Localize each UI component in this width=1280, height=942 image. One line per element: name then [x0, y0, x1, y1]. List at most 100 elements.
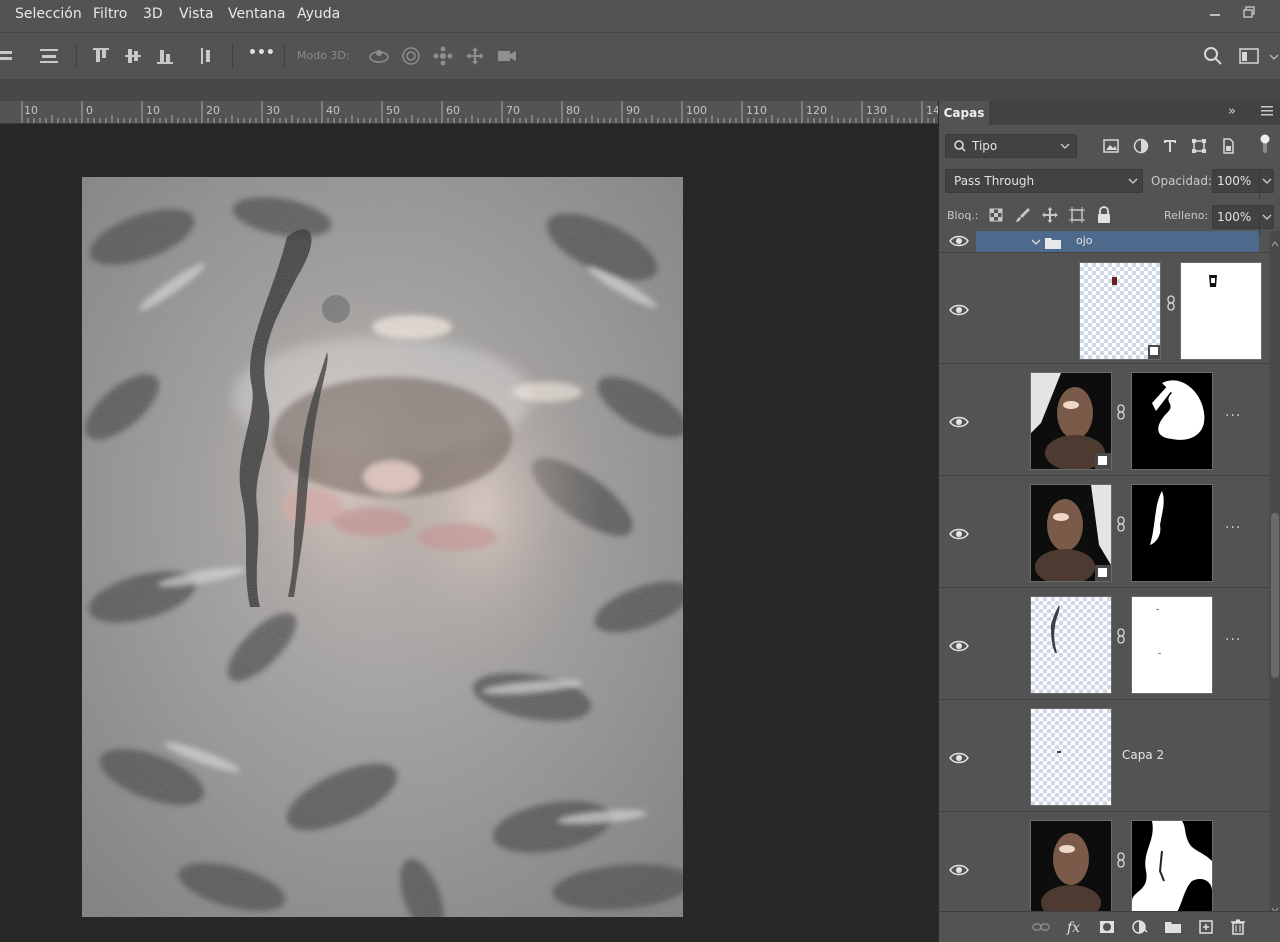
- link-icon[interactable]: [1116, 852, 1126, 868]
- collapse-panel-icon[interactable]: »: [1228, 104, 1236, 119]
- eye-icon[interactable]: [948, 526, 970, 540]
- scroll-up-icon[interactable]: [1271, 233, 1279, 252]
- menu-seleccion[interactable]: Selección: [15, 6, 82, 22]
- mask-thumbnail[interactable]: [1131, 596, 1213, 694]
- opacity-label: Opacidad:: [1151, 174, 1212, 188]
- ruler-label: 80: [566, 104, 580, 117]
- more-options-icon[interactable]: ...: [1225, 404, 1241, 420]
- trash-icon[interactable]: [1229, 918, 1247, 936]
- document-canvas[interactable]: [0, 124, 938, 941]
- eye-icon[interactable]: [948, 233, 970, 247]
- slide-3d-icon[interactable]: [464, 45, 486, 67]
- layer-row[interactable]: [939, 812, 1269, 911]
- distribute-icon[interactable]: [0, 45, 22, 67]
- filter-toggle-icon[interactable]: [1259, 131, 1271, 153]
- orbit-3d-icon[interactable]: [368, 45, 390, 67]
- filter-type-select[interactable]: Tipo: [945, 134, 1077, 158]
- panel-menu-icon[interactable]: [1260, 104, 1274, 122]
- menu-filtro[interactable]: Filtro: [93, 6, 127, 22]
- menu-ayuda[interactable]: Ayuda: [297, 6, 340, 22]
- new-group-icon[interactable]: [1164, 918, 1182, 936]
- link-layers-icon[interactable]: [1032, 918, 1050, 936]
- eye-icon[interactable]: [948, 750, 970, 764]
- layer-thumbnail[interactable]: [1030, 484, 1112, 582]
- new-layer-icon[interactable]: [1197, 918, 1215, 936]
- ruler-label: 100: [686, 104, 707, 117]
- align-center-horizontal-icon[interactable]: [38, 45, 60, 67]
- lock-artboard-icon[interactable]: [1068, 206, 1086, 224]
- align-vertical-center-icon[interactable]: [122, 45, 144, 67]
- search-icon[interactable]: [1202, 45, 1224, 67]
- lock-all-icon[interactable]: [1095, 206, 1113, 224]
- pan-3d-icon[interactable]: [432, 45, 454, 67]
- distribute-horizontal-icon[interactable]: [196, 45, 218, 67]
- more-options-icon[interactable]: ...: [1225, 628, 1241, 644]
- lock-position-icon[interactable]: [1041, 206, 1059, 224]
- layer-row[interactable]: ...: [939, 364, 1269, 476]
- ruler-label: 14: [926, 104, 938, 117]
- ruler-ticks: [21, 101, 935, 123]
- roll-3d-icon[interactable]: [400, 45, 422, 67]
- camera-3d-icon[interactable]: [496, 45, 518, 67]
- link-icon[interactable]: [1166, 295, 1176, 311]
- minimize-icon[interactable]: [1204, 4, 1226, 26]
- layer-row[interactable]: Capa 2: [939, 700, 1269, 812]
- layer-list[interactable]: ojo ... ... ... Capa 2: [939, 231, 1269, 911]
- eye-icon[interactable]: [948, 862, 970, 876]
- add-mask-icon[interactable]: [1098, 918, 1116, 936]
- eye-icon[interactable]: [948, 638, 970, 652]
- chevron-down-icon[interactable]: [1031, 234, 1041, 253]
- layer-row[interactable]: [939, 253, 1269, 364]
- layer-row[interactable]: ...: [939, 476, 1269, 588]
- align-bottom-icon[interactable]: [154, 45, 176, 67]
- link-icon[interactable]: [1116, 404, 1126, 420]
- menu-vista[interactable]: Vista: [179, 6, 214, 22]
- new-adjustment-icon[interactable]: [1131, 918, 1149, 936]
- lock-paint-icon[interactable]: [1014, 206, 1032, 224]
- filter-smart-object-icon[interactable]: [1219, 137, 1237, 155]
- mask-thumbnail[interactable]: [1131, 820, 1213, 911]
- menu-ventana[interactable]: Ventana: [228, 6, 286, 22]
- layers-footer: fx: [939, 911, 1280, 942]
- link-icon[interactable]: [1116, 628, 1126, 644]
- eye-icon[interactable]: [948, 302, 970, 316]
- chevron-down-icon[interactable]: [1259, 170, 1272, 199]
- mask-thumbnail[interactable]: [1180, 262, 1262, 360]
- menu-3d[interactable]: 3D: [143, 6, 163, 22]
- horizontal-ruler: 10 0 10 20 30 40 50 60 70 80 90 100 110 …: [0, 101, 938, 124]
- opacity-input[interactable]: 100%: [1212, 169, 1274, 199]
- mask-thumbnail[interactable]: [1131, 484, 1213, 582]
- workspace-icon[interactable]: [1238, 45, 1260, 67]
- layer-group-row[interactable]: ojo: [939, 231, 1269, 253]
- filter-pixel-icon[interactable]: [1102, 137, 1120, 155]
- link-icon[interactable]: [1116, 516, 1126, 532]
- eye-icon[interactable]: [948, 414, 970, 428]
- chevron-down-icon[interactable]: [1268, 45, 1280, 67]
- layer-thumbnail[interactable]: [1079, 262, 1161, 360]
- mask-thumbnail[interactable]: [1131, 372, 1213, 470]
- layer-scrollbar[interactable]: [1269, 231, 1280, 913]
- layer-thumbnail[interactable]: [1030, 596, 1112, 694]
- layer-row[interactable]: ...: [939, 588, 1269, 700]
- ruler-label: 70: [506, 104, 520, 117]
- filter-type-icon[interactable]: [1161, 137, 1179, 155]
- filter-shape-icon[interactable]: [1190, 137, 1208, 155]
- blend-mode-select[interactable]: Pass Through: [945, 169, 1143, 193]
- layer-thumbnail[interactable]: [1030, 372, 1112, 470]
- fx-icon[interactable]: fx: [1066, 918, 1084, 936]
- ruler-label: 20: [206, 104, 220, 117]
- more-options-icon[interactable]: ...: [1225, 516, 1241, 532]
- layer-name[interactable]: Capa 2: [1122, 748, 1164, 762]
- fill-input[interactable]: 100%: [1212, 205, 1274, 235]
- layer-thumbnail[interactable]: [1030, 820, 1112, 911]
- align-top-icon[interactable]: [90, 45, 112, 67]
- scroll-thumb[interactable]: [1271, 513, 1279, 678]
- tab-capas[interactable]: Capas: [939, 101, 989, 125]
- layer-thumbnail[interactable]: [1030, 708, 1112, 806]
- artwork-image[interactable]: [82, 177, 683, 917]
- more-options-icon[interactable]: •••: [248, 45, 275, 67]
- restore-icon[interactable]: [1238, 4, 1260, 26]
- search-icon: [954, 135, 966, 164]
- lock-transparent-icon[interactable]: [987, 206, 1005, 224]
- filter-adjustment-icon[interactable]: [1132, 137, 1150, 155]
